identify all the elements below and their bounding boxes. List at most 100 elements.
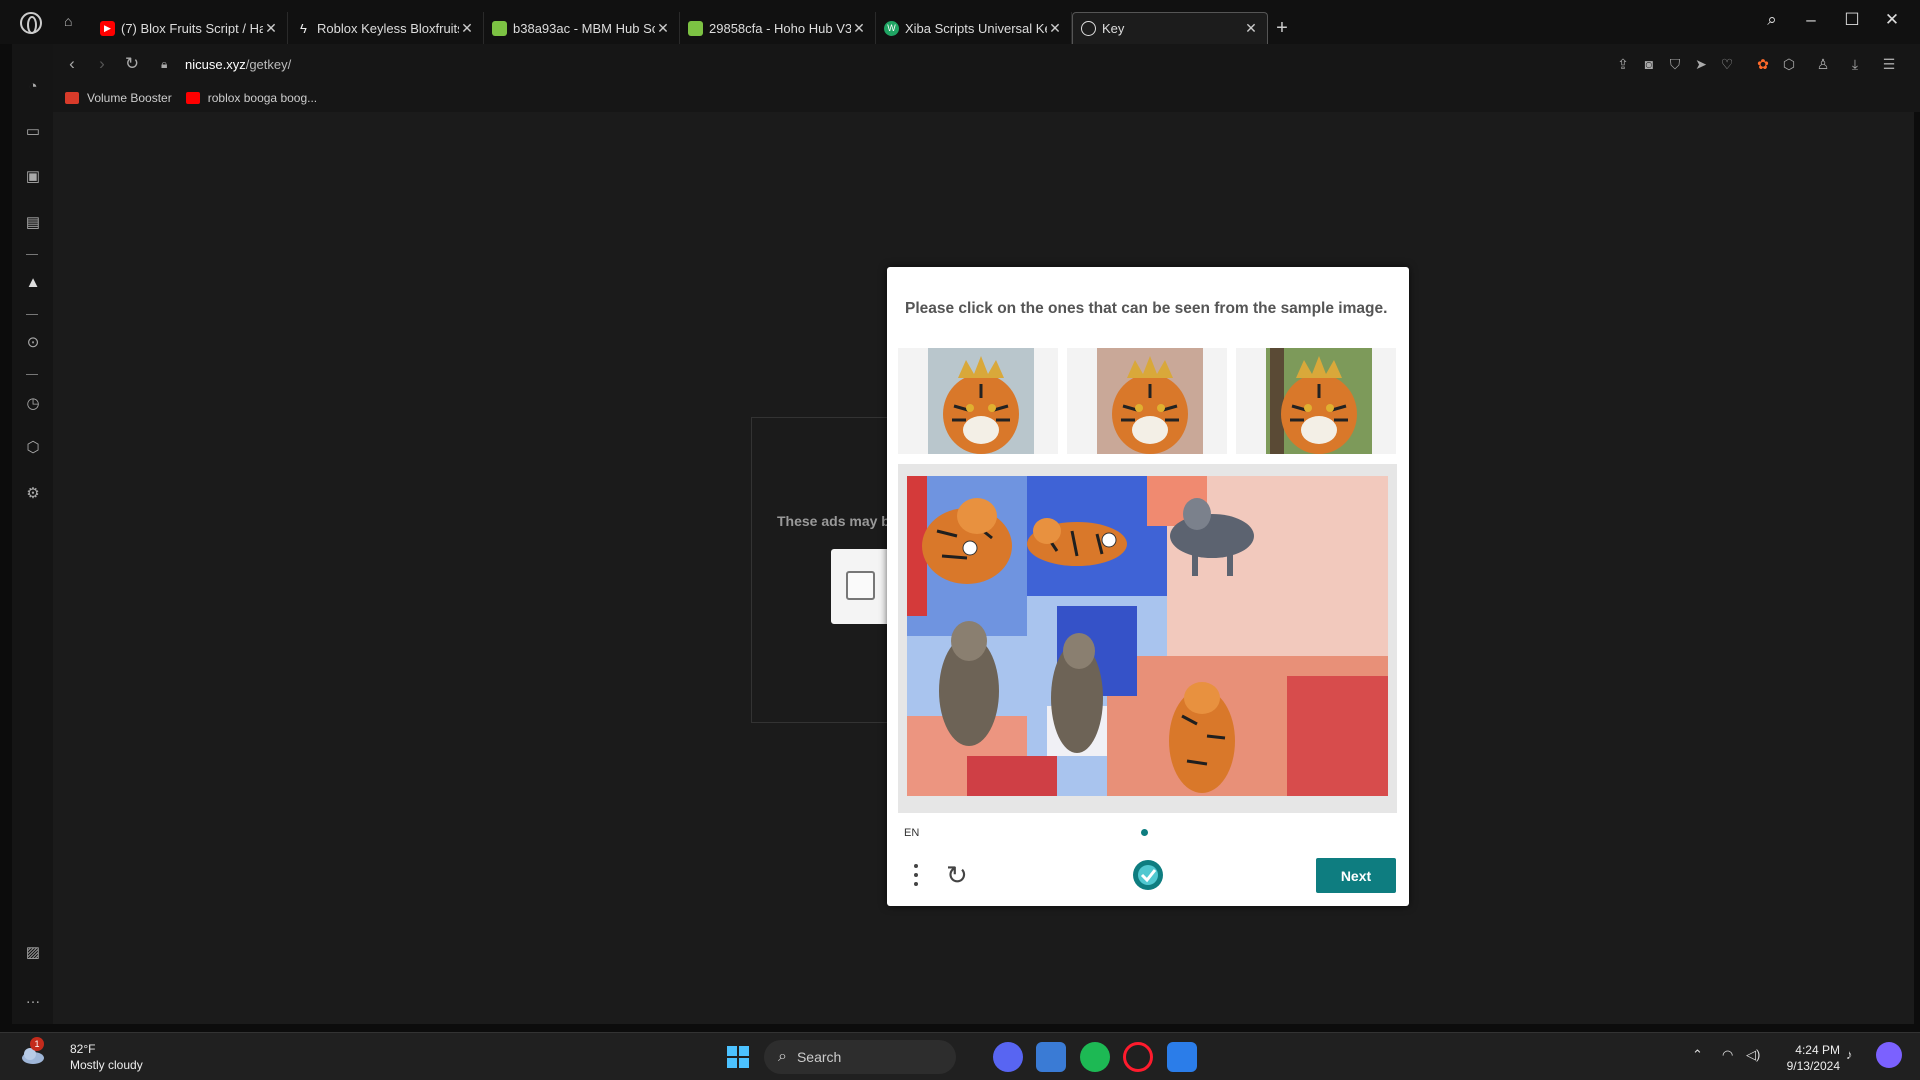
bookmark-volume-booster[interactable]: Volume Booster bbox=[65, 91, 172, 105]
url-field[interactable]: nicuse.xyz/getkey/ bbox=[185, 57, 291, 72]
taskbar: 1 82°F Mostly cloudy ⌕ Search ⌃ ◠ ◁) 4:2… bbox=[0, 1032, 1920, 1080]
sidebar-divider bbox=[26, 374, 38, 375]
volume-icon[interactable]: ◁) bbox=[1746, 1047, 1760, 1063]
captcha-checkbox[interactable] bbox=[846, 571, 875, 600]
extension-fox-icon[interactable]: ✿ bbox=[1753, 54, 1773, 74]
tab-title: (7) Blox Fruits Script / Hack bbox=[121, 20, 263, 36]
sample-image-1 bbox=[898, 348, 1058, 454]
minimize-button[interactable]: – bbox=[1801, 10, 1821, 30]
close-tab-icon[interactable]: ✕ bbox=[1243, 20, 1259, 37]
refresh-icon[interactable]: ↻ bbox=[946, 861, 974, 889]
tab-xiba-scripts[interactable]: W Xiba Scripts Universal Key - ✕ bbox=[876, 12, 1072, 44]
weather-widget[interactable]: 1 82°F Mostly cloudy bbox=[20, 1037, 143, 1073]
settings-icon[interactable]: ⚙ bbox=[22, 483, 44, 505]
globe-icon bbox=[1081, 21, 1096, 36]
taskbar-search[interactable]: ⌕ Search bbox=[764, 1040, 956, 1074]
bookmark-roblox-booga[interactable]: roblox booga boog... bbox=[185, 91, 318, 105]
windows-start-icon[interactable] bbox=[727, 1046, 749, 1068]
notification-badge: 1 bbox=[30, 1037, 44, 1051]
share-icon[interactable]: ⇪ bbox=[1613, 54, 1633, 74]
discord-icon[interactable] bbox=[993, 1042, 1023, 1072]
video-icon[interactable]: ⊙ bbox=[22, 332, 44, 354]
cloud-icon: 1 bbox=[20, 1037, 46, 1067]
forward-button[interactable]: › bbox=[87, 49, 117, 79]
workspaces-icon[interactable]: ⌂ bbox=[64, 14, 80, 28]
extensions-cube-icon[interactable]: ⬡ bbox=[1779, 54, 1799, 74]
close-tab-icon[interactable]: ✕ bbox=[263, 20, 279, 37]
maximize-button[interactable]: ☐ bbox=[1842, 10, 1862, 30]
youtube-icon bbox=[185, 92, 200, 104]
shield-icon[interactable]: ⛉ bbox=[1665, 54, 1685, 74]
history-icon[interactable]: ◷ bbox=[22, 393, 44, 415]
close-tab-icon[interactable]: ✕ bbox=[851, 20, 867, 37]
chevron-up-icon[interactable]: ⌃ bbox=[1692, 1047, 1703, 1063]
close-window-button[interactable]: ✕ bbox=[1882, 10, 1902, 30]
selection-marker[interactable] bbox=[962, 540, 978, 556]
page-indicator-dot bbox=[1141, 829, 1148, 836]
camera-icon[interactable]: ◙ bbox=[1639, 54, 1659, 74]
sidebar-divider bbox=[26, 314, 38, 315]
tab-roblox-keyless[interactable]: ϟ Roblox Keyless Bloxfruits Sc ✕ bbox=[288, 12, 484, 44]
w-icon: W bbox=[884, 20, 899, 36]
extensions-icon[interactable]: ⬡ bbox=[22, 437, 44, 459]
tab-mbm-hub[interactable]: b38a93ac - MBM Hub Scrip ✕ bbox=[484, 12, 680, 44]
new-tab-button[interactable]: + bbox=[1268, 12, 1296, 44]
easy-setup-icon[interactable]: ☰ bbox=[1879, 54, 1899, 74]
hcaptcha-logo-icon bbox=[1133, 860, 1163, 890]
spotify-icon[interactable] bbox=[1080, 1042, 1110, 1072]
search-icon: ⌕ bbox=[778, 1048, 787, 1065]
profile-icon[interactable]: ♙ bbox=[1813, 54, 1833, 74]
pastebin-icon bbox=[688, 20, 703, 36]
copilot-icon[interactable] bbox=[1876, 1042, 1902, 1068]
reload-button[interactable]: ↻ bbox=[117, 49, 147, 79]
next-button[interactable]: Next bbox=[1316, 858, 1396, 893]
download-icon[interactable]: ⤓ bbox=[1845, 54, 1865, 74]
close-tab-icon[interactable]: ✕ bbox=[1047, 20, 1063, 37]
speed-dial-icon[interactable]: ◔ bbox=[22, 76, 44, 98]
more-icon[interactable]: … bbox=[22, 988, 44, 1010]
snapshot-icon[interactable]: ▨ bbox=[22, 942, 44, 964]
sample-image-2 bbox=[1067, 348, 1227, 454]
close-tab-icon[interactable]: ✕ bbox=[459, 20, 475, 37]
clock-date: 9/13/2024 bbox=[1786, 1059, 1840, 1073]
captcha-challenge-image[interactable] bbox=[907, 476, 1388, 796]
weather-desc: Mostly cloudy bbox=[70, 1058, 143, 1072]
lock-icon: 🔒︎ bbox=[161, 57, 168, 71]
url-domain: nicuse.xyz bbox=[185, 56, 246, 72]
ad-notice-text: These ads may be bbox=[777, 513, 898, 529]
messenger-app-icon[interactable] bbox=[1167, 1042, 1197, 1072]
bell-icon[interactable]: ♪ bbox=[1846, 1047, 1853, 1062]
weather-temp: 82°F bbox=[70, 1042, 96, 1056]
opera-menu-icon[interactable] bbox=[20, 12, 42, 34]
tab-bar: ⌂ ▶ (7) Blox Fruits Script / Hack ✕ ϟ Ro… bbox=[0, 0, 1920, 44]
clock[interactable]: 4:24 PM 9/13/2024 bbox=[1774, 1042, 1840, 1074]
bookmark-label: Volume Booster bbox=[87, 91, 172, 105]
wallet-icon[interactable]: ▭ bbox=[22, 121, 44, 143]
aria-icon[interactable]: ▲ bbox=[22, 272, 44, 294]
pastebin-icon bbox=[492, 20, 507, 36]
tab-title: 29858cfa - Hoho Hub V3 B bbox=[709, 20, 851, 36]
back-button[interactable]: ‹ bbox=[57, 49, 87, 79]
twitch-icon[interactable]: ▣ bbox=[22, 166, 44, 188]
send-icon[interactable]: ➤ bbox=[1691, 54, 1711, 74]
close-tab-icon[interactable]: ✕ bbox=[655, 20, 671, 37]
app-icon[interactable] bbox=[1036, 1042, 1066, 1072]
bookmark-label: roblox booga boog... bbox=[207, 91, 318, 105]
heart-icon[interactable]: ♡ bbox=[1717, 54, 1737, 74]
tab-blox-fruits[interactable]: ▶ (7) Blox Fruits Script / Hack ✕ bbox=[92, 12, 288, 44]
clock-time: 4:24 PM bbox=[1795, 1043, 1840, 1057]
search-label: Search bbox=[796, 1049, 842, 1065]
tab-title: Roblox Keyless Bloxfruits Sc bbox=[317, 20, 459, 36]
language-selector[interactable]: EN bbox=[904, 827, 919, 839]
search-tabs-icon[interactable]: ⌕ bbox=[1762, 10, 1782, 30]
opera-icon[interactable] bbox=[1123, 1042, 1153, 1072]
volume-booster-icon bbox=[65, 92, 79, 104]
bookmarks-bar: Volume Booster roblox booga boog... bbox=[53, 84, 1920, 112]
player-icon[interactable]: ▤ bbox=[22, 212, 44, 234]
wifi-icon[interactable]: ◠ bbox=[1722, 1047, 1733, 1063]
tab-key[interactable]: Key ✕ bbox=[1072, 12, 1268, 44]
menu-dots-icon[interactable] bbox=[912, 864, 920, 892]
tab-hoho-hub[interactable]: 29858cfa - Hoho Hub V3 B ✕ bbox=[680, 12, 876, 44]
captcha-prompt: Please click on the ones that can be see… bbox=[905, 300, 1388, 317]
selection-marker[interactable] bbox=[1101, 532, 1117, 548]
